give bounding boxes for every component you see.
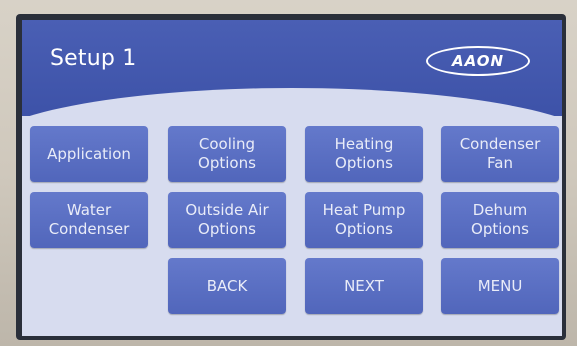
touch-screen: Setup 1 AAON Application Cooling Options…	[22, 20, 562, 336]
next-button[interactable]: NEXT	[305, 258, 423, 314]
application-button[interactable]: Application	[30, 126, 148, 182]
water-condenser-button[interactable]: Water Condenser	[30, 192, 148, 248]
back-button[interactable]: BACK	[168, 258, 286, 314]
menu-button[interactable]: MENU	[441, 258, 559, 314]
dehum-options-button[interactable]: Dehum Options	[441, 192, 559, 248]
heat-pump-options-button[interactable]: Heat Pump Options	[305, 192, 423, 248]
page-title: Setup 1	[50, 46, 137, 71]
logo-text: AAON	[451, 52, 505, 70]
condenser-fan-button[interactable]: Condenser Fan	[441, 126, 559, 182]
heating-options-button[interactable]: Heating Options	[305, 126, 423, 182]
outside-air-options-button[interactable]: Outside Air Options	[168, 192, 286, 248]
aaon-logo: AAON	[426, 46, 530, 76]
cooling-options-button[interactable]: Cooling Options	[168, 126, 286, 182]
